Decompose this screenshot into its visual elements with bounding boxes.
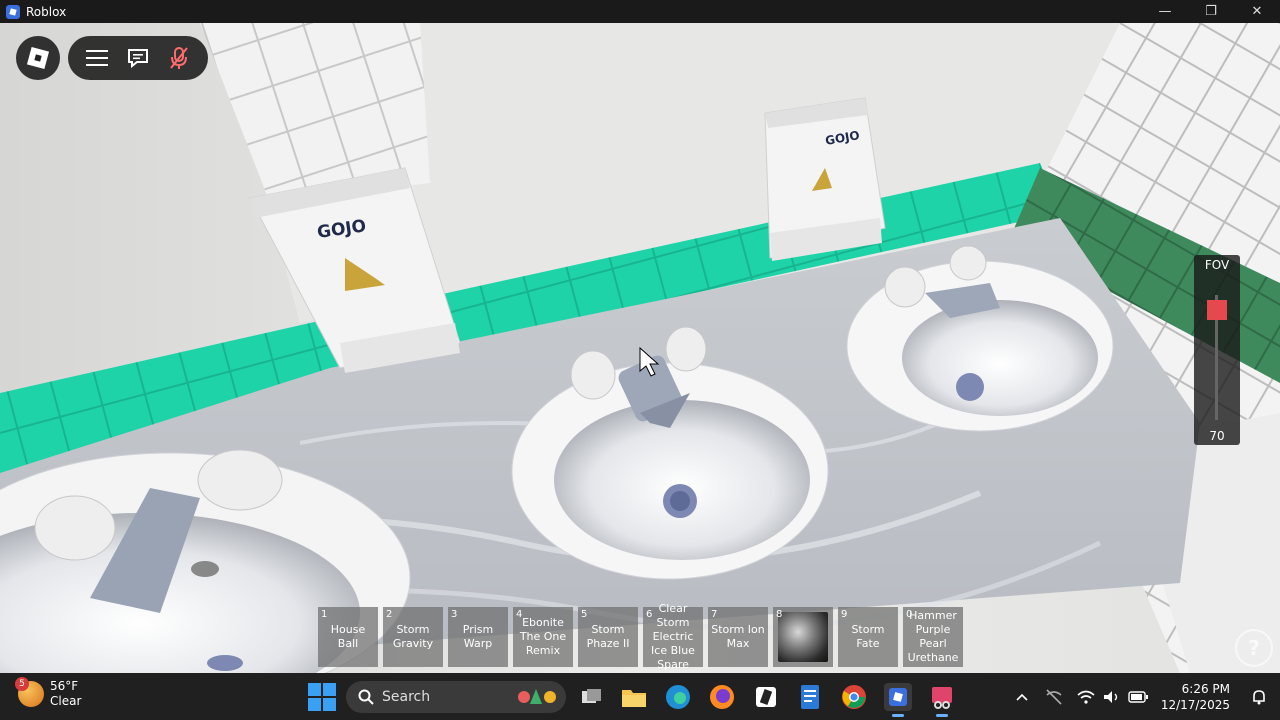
hotbar-slot-0[interactable]: 0 Hammer Purple Pearl Urethane bbox=[903, 607, 963, 667]
bathroom-scene: GOJO GOJO bbox=[0, 23, 1280, 673]
hotbar-slot-2[interactable]: 2 Storm Gravity bbox=[383, 607, 443, 667]
hotbar-slot-label: House Ball bbox=[330, 623, 366, 650]
roblox-menu-button[interactable] bbox=[16, 36, 60, 80]
hotbar-slot-4[interactable]: 4 Ebonite The One Remix bbox=[513, 607, 573, 667]
fov-label: FOV bbox=[1204, 258, 1230, 272]
close-button[interactable]: ✕ bbox=[1234, 0, 1280, 23]
search-highlight-icon bbox=[518, 689, 556, 704]
hotbar-slot-7[interactable]: 7 Storm Ion Max bbox=[708, 607, 768, 667]
hamburger-menu-icon[interactable] bbox=[83, 44, 111, 72]
hotbar-slot-6[interactable]: 6 Clear Storm Electric Ice Blue Spare bbox=[643, 602, 703, 671]
wifi-icon[interactable] bbox=[1075, 686, 1097, 708]
firefox-icon[interactable] bbox=[708, 683, 736, 711]
taskbar-clock[interactable]: 6:26 PM 12/17/2025 bbox=[1161, 681, 1230, 713]
battery-icon[interactable] bbox=[1127, 686, 1149, 708]
hotbar-slot-label: Hammer Purple Pearl Urethane bbox=[907, 609, 959, 664]
hotbar-slot-1[interactable]: 1 House Ball bbox=[318, 607, 378, 667]
weather-condition: Clear bbox=[50, 694, 82, 708]
task-view-icon[interactable] bbox=[578, 683, 606, 711]
hotbar-slot-label: Storm Ion Max bbox=[711, 623, 765, 650]
roblox-logo-icon bbox=[26, 46, 50, 70]
start-button[interactable] bbox=[308, 683, 336, 711]
roblox-app-icon bbox=[6, 4, 20, 19]
windows-taskbar: 5 56°F Clear Search 6:26 PM 12/17/2025 bbox=[0, 673, 1280, 720]
hotbar-slot-5[interactable]: 5 Storm Phaze II bbox=[578, 607, 638, 667]
search-label: Search bbox=[382, 689, 431, 705]
clock-date: 12/17/2025 bbox=[1160, 697, 1230, 712]
hotbar-slot-label: Ebonite The One Remix bbox=[519, 616, 567, 657]
chrome-icon[interactable] bbox=[840, 683, 868, 711]
moon-weather-icon: 5 bbox=[15, 677, 44, 707]
window-title: Roblox bbox=[26, 4, 67, 19]
edge-browser-icon[interactable] bbox=[664, 683, 692, 711]
notepad-app-icon[interactable] bbox=[796, 683, 824, 711]
roblox-studio-icon[interactable] bbox=[752, 683, 780, 711]
game-viewport[interactable]: GOJO GOJO FOV 70 1 House Ball 2 Storm Gr… bbox=[0, 23, 1280, 673]
system-tray: 6:26 PM 12/17/2025 bbox=[1007, 673, 1280, 720]
network-disconnected-icon[interactable] bbox=[1043, 686, 1065, 708]
hotbar-slot-3[interactable]: 3 Prism Warp bbox=[448, 607, 508, 667]
search-icon bbox=[358, 689, 374, 705]
taskbar-search[interactable]: Search bbox=[346, 681, 566, 713]
window-titlebar: Roblox — ❐ ✕ bbox=[0, 0, 1280, 23]
minimize-button[interactable]: — bbox=[1142, 0, 1188, 23]
hotbar-slot-8[interactable]: 8 bbox=[773, 607, 833, 667]
roblox-taskbar-icon[interactable] bbox=[884, 683, 912, 717]
windows-logo-icon bbox=[308, 683, 321, 696]
hotbar-slot-label: Storm Gravity bbox=[392, 623, 434, 650]
tool-hotbar: 1 House Ball 2 Storm Gravity 3 Prism Warp 4… bbox=[318, 602, 963, 671]
microphone-muted-icon[interactable] bbox=[165, 44, 193, 72]
hotbar-slot-label: Storm Phaze II bbox=[586, 623, 630, 650]
fov-handle[interactable] bbox=[1207, 300, 1227, 321]
notification-icon[interactable] bbox=[1248, 686, 1270, 708]
snipping-tool-icon[interactable] bbox=[928, 683, 956, 717]
help-button[interactable]: ? bbox=[1235, 629, 1273, 667]
weather-widget[interactable]: 5 56°F Clear bbox=[15, 677, 82, 709]
hotbar-slot-label: Storm Fate bbox=[851, 623, 885, 650]
soap-dispenser-right: GOJO bbox=[764, 97, 886, 261]
clock-time: 6:26 PM bbox=[1181, 681, 1230, 696]
fov-slider[interactable]: FOV 70 bbox=[1194, 255, 1240, 445]
hotbar-slot-label: Prism Warp bbox=[462, 623, 494, 650]
roblox-topbar bbox=[68, 36, 208, 80]
chevron-up-icon[interactable] bbox=[1011, 686, 1033, 708]
hotbar-slot-label: Clear Storm Electric Ice Blue Spare bbox=[651, 602, 695, 671]
maximize-button[interactable]: ❐ bbox=[1188, 0, 1234, 23]
file-explorer-icon[interactable] bbox=[620, 683, 648, 711]
bowling-ball-thumbnail bbox=[778, 612, 828, 662]
hotbar-slot-9[interactable]: 9 Storm Fate bbox=[838, 607, 898, 667]
window-controls: — ❐ ✕ bbox=[1142, 0, 1280, 23]
weather-badge: 5 bbox=[15, 677, 29, 691]
chat-icon[interactable] bbox=[124, 44, 152, 72]
volume-icon[interactable] bbox=[1101, 686, 1123, 708]
weather-temperature: 56°F bbox=[50, 679, 79, 693]
fov-value: 70 bbox=[1209, 429, 1225, 443]
